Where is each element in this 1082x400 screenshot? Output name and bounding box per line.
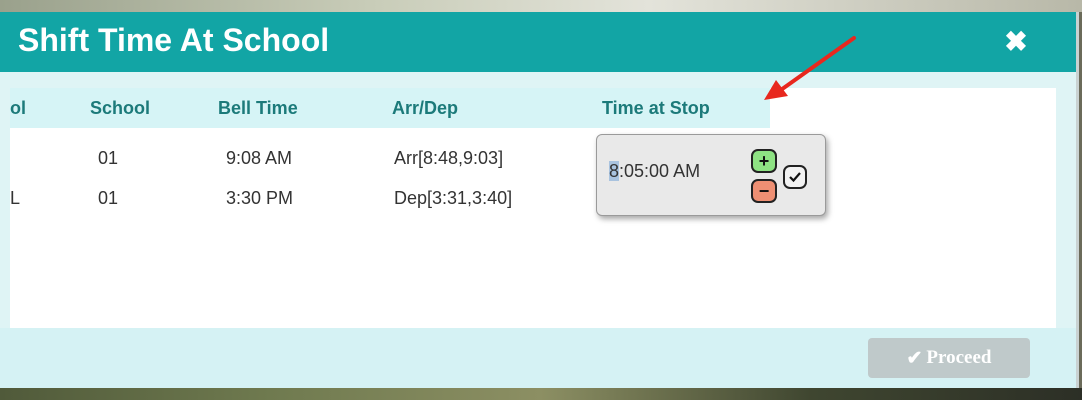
time-hour-selection: 8 (609, 161, 620, 181)
column-header-school[interactable]: School (90, 98, 150, 119)
column-header-arr-dep[interactable]: Arr/Dep (392, 98, 458, 119)
time-input[interactable]: 8:05:00 AM (609, 161, 700, 182)
column-header-partial[interactable]: ol (10, 98, 26, 119)
time-editor-popover: 8:05:00 AM + − (596, 134, 826, 216)
proceed-label: Proceed (926, 347, 992, 368)
modal-title: Shift Time At School (18, 22, 330, 58)
proceed-button[interactable]: ✔ Proceed (868, 338, 1030, 378)
arr-dep-cell: Arr[8:48,9:03] (394, 148, 504, 168)
check-icon: ✔ (906, 347, 923, 369)
modal-footer: ✔ Proceed (0, 328, 1076, 388)
annotation-arrow-icon (764, 36, 856, 100)
body-border-right (1056, 72, 1076, 328)
bell-time-cell: 9:08 AM (226, 148, 293, 168)
table-header: ol School Bell Time Arr/Dep Time at Stop (10, 88, 770, 128)
background-top (0, 0, 1082, 12)
school-cell: 01 (98, 148, 119, 168)
body-border-left (0, 72, 10, 328)
body-border-top (10, 72, 1076, 88)
shift-time-modal: Shift Time At School ✖ ol School Bell Ti… (0, 12, 1079, 388)
background-bottom (0, 388, 1082, 400)
arr-dep-cell: Dep[3:31,3:40] (394, 188, 513, 208)
close-icon[interactable]: ✖ (1000, 26, 1032, 58)
column-header-bell-time[interactable]: Bell Time (218, 98, 298, 119)
check-icon[interactable] (783, 165, 807, 189)
row-lead-cell: L (10, 188, 21, 208)
modal-body: ol School Bell Time Arr/Dep Time at Stop… (10, 88, 1056, 310)
school-cell: 01 (98, 188, 119, 208)
modal-header: Shift Time At School ✖ (0, 12, 1076, 72)
column-header-time-at-stop[interactable]: Time at Stop (602, 98, 710, 119)
plus-icon[interactable]: + (751, 149, 777, 173)
bell-time-cell: 3:30 PM (226, 188, 294, 208)
time-rest: :05:00 AM (619, 161, 701, 181)
minus-icon[interactable]: − (751, 179, 777, 203)
check-icon-glyph (789, 172, 801, 183)
